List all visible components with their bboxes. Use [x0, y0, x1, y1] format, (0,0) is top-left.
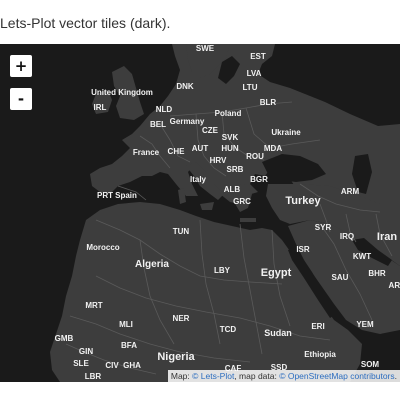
- country-label: IRQ: [340, 232, 354, 241]
- country-label: ARM: [341, 187, 360, 196]
- country-label: AUT: [192, 144, 209, 153]
- attribution-prefix: Map:: [170, 371, 193, 381]
- osm-contributors-link[interactable]: © OpenStreetMap contributors: [279, 371, 394, 381]
- map-tiles: SWE EST LVA DNK LTU United Kingdom IRL BLR NLD Po…: [50, 44, 400, 382]
- country-label: Sudan: [264, 328, 292, 338]
- country-label: LVA: [247, 69, 262, 78]
- country-label: HRV: [210, 156, 227, 165]
- country-label: PRT: [97, 191, 113, 200]
- country-label: TCD: [220, 325, 237, 334]
- country-label: Italy: [190, 175, 207, 184]
- country-label: SWE: [196, 44, 215, 53]
- attribution-data-text: , map data:: [234, 371, 280, 381]
- country-label: NER: [173, 314, 190, 323]
- page-caption: Lets-Plot vector tiles (dark).: [0, 15, 171, 31]
- country-label: ERI: [311, 322, 324, 331]
- country-label: Spain: [115, 191, 137, 200]
- country-label: SRB: [227, 165, 244, 174]
- country-label: GIN: [79, 347, 93, 356]
- country-label: EST: [250, 52, 266, 61]
- country-label: SAU: [332, 273, 349, 282]
- country-label: Nigeria: [157, 351, 195, 363]
- country-label: Morocco: [86, 243, 119, 252]
- country-label: SVK: [222, 133, 239, 142]
- zoom-in-button[interactable]: +: [10, 55, 32, 77]
- country-label: MDA: [264, 144, 282, 153]
- country-label: DNK: [176, 82, 194, 91]
- country-label: HUN: [221, 144, 239, 153]
- country-label: CIV: [105, 361, 119, 370]
- country-label: Ukraine: [271, 128, 301, 137]
- country-label: ISR: [296, 245, 310, 254]
- country-label: Germany: [170, 117, 205, 126]
- country-label: United Kingdom: [91, 88, 153, 97]
- lets-plot-link[interactable]: Lets-Plot: [201, 371, 235, 381]
- country-label: SOM: [361, 360, 380, 369]
- country-label: LBY: [214, 266, 231, 275]
- zoom-out-button[interactable]: -: [10, 88, 32, 110]
- attribution-suffix: .: [394, 371, 397, 381]
- country-label: MRT: [85, 301, 102, 310]
- country-label: Egypt: [261, 267, 292, 279]
- country-label: BHR: [368, 269, 386, 278]
- country-label: SYR: [315, 223, 332, 232]
- country-label: BEL: [150, 120, 166, 129]
- country-label: KWT: [353, 252, 371, 261]
- country-label: ALB: [224, 185, 241, 194]
- country-label: Iran: [377, 231, 397, 243]
- country-label: BGR: [250, 175, 268, 184]
- country-label: GMB: [55, 334, 74, 343]
- country-label: TUN: [173, 227, 190, 236]
- land-sicily: [200, 202, 214, 210]
- country-label: SLE: [73, 359, 89, 368]
- country-label: GRC: [233, 197, 251, 206]
- country-label: YEM: [356, 320, 374, 329]
- country-label: Algeria: [135, 259, 169, 270]
- country-label: LTU: [243, 83, 258, 92]
- country-label: BLR: [260, 98, 277, 107]
- land-crete: [240, 218, 256, 222]
- country-label: France: [133, 148, 160, 157]
- country-label: BFA: [121, 341, 137, 350]
- country-label: Turkey: [285, 195, 321, 207]
- country-label: Ethiopia: [304, 350, 336, 359]
- country-label: IRL: [94, 103, 107, 112]
- map-canvas[interactable]: SWE EST LVA DNK LTU United Kingdom IRL BLR NLD Po…: [0, 44, 400, 382]
- country-label: Poland: [215, 109, 242, 118]
- country-label: CHE: [168, 147, 186, 156]
- map-attribution: Map: © Lets-Plot, map data: © OpenStreet…: [167, 370, 400, 382]
- country-label: MLI: [119, 320, 133, 329]
- country-label: ROU: [246, 152, 264, 161]
- country-label: CZE: [202, 126, 219, 135]
- country-label: NLD: [156, 105, 173, 114]
- country-label: GHA: [123, 361, 141, 370]
- country-label: ARE: [389, 281, 400, 290]
- country-label: LBR: [85, 372, 102, 381]
- attribution-copyright-link[interactable]: ©: [192, 371, 198, 381]
